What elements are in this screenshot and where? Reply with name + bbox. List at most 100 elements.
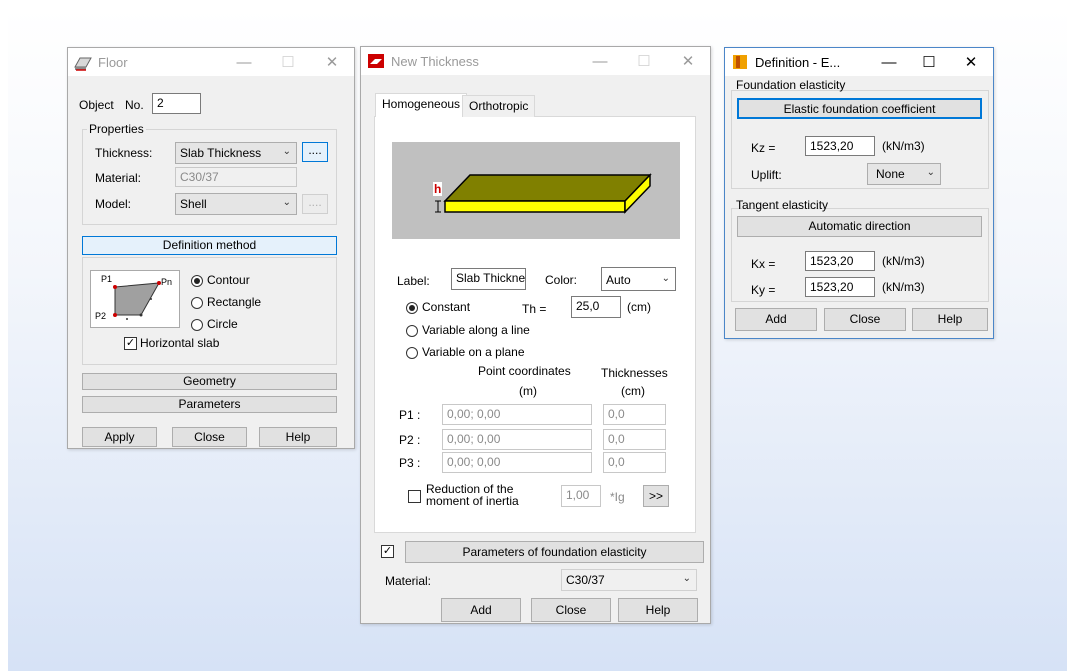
floor-help-button[interactable]: Help xyxy=(259,427,337,447)
foundation-elasticity-title: Foundation elasticity xyxy=(736,78,846,92)
minimize-button[interactable]: — xyxy=(578,47,622,75)
no-label: No. xyxy=(125,98,144,112)
contour-preview: P1 Pn P2 xyxy=(90,270,180,328)
thickness-edit-button[interactable]: .... xyxy=(302,142,328,162)
th-label: Th = xyxy=(522,302,547,316)
rectangle-label: Rectangle xyxy=(207,295,262,309)
pn-point-label: Pn xyxy=(161,277,173,287)
thickness-add-button[interactable]: Add xyxy=(441,598,521,622)
thickness-select[interactable]: Slab Thickness ⌄ xyxy=(175,142,297,164)
close-window-button[interactable]: ✕ xyxy=(949,48,993,76)
thickness-title: New Thickness xyxy=(391,53,479,69)
properties-title: Properties xyxy=(87,122,146,136)
reduction-label-line2: moment of inertia xyxy=(426,494,519,508)
definition-titlebar[interactable]: Definition - E... — ☐ ✕ xyxy=(725,48,993,76)
object-number-input[interactable]: 2 xyxy=(152,93,201,114)
kx-input[interactable]: 1523,20 xyxy=(805,251,875,271)
thickness-label-input[interactable]: Slab Thickne xyxy=(451,268,526,290)
kz-unit: (kN/m3) xyxy=(882,139,925,153)
definition-title: Definition - E... xyxy=(755,54,841,70)
thickness-select-value: Slab Thickness xyxy=(180,146,262,160)
p1-coords-input: 0,00; 0,00 xyxy=(442,404,592,425)
color-select[interactable]: Auto ⌄ xyxy=(601,267,676,291)
thickness-app-icon xyxy=(367,52,385,70)
p2-point-label: P2 xyxy=(95,311,107,321)
circle-label: Circle xyxy=(207,317,238,331)
tab-orthotropic[interactable]: Orthotropic xyxy=(462,95,536,117)
kx-label: Kx = xyxy=(751,257,776,271)
variable-line-label: Variable along a line xyxy=(422,323,530,337)
material-label: Material: xyxy=(95,171,142,185)
constant-label: Constant xyxy=(422,300,471,314)
maximize-button: ☐ xyxy=(637,53,651,70)
definition-close-button[interactable]: Close xyxy=(824,308,906,331)
geometry-button[interactable]: Geometry xyxy=(82,373,337,390)
elastic-coefficient-button[interactable]: Elastic foundation coefficient xyxy=(737,98,982,119)
reduction-input: 1,00 xyxy=(561,485,601,507)
close-window-button[interactable]: ✕ xyxy=(310,48,354,76)
foundation-params-checkbox[interactable]: ✓ xyxy=(381,545,394,558)
label-label: Label: xyxy=(397,274,430,288)
kz-input[interactable]: 1523,20 xyxy=(805,136,875,156)
minimize-button[interactable]: — xyxy=(222,48,266,76)
uplift-select[interactable]: None ⌄ xyxy=(867,163,941,185)
p1-row-label: P1 : xyxy=(399,408,421,422)
model-select[interactable]: Shell ⌄ xyxy=(175,193,297,215)
thickness-titlebar[interactable]: New Thickness — ☐ ✕ xyxy=(361,47,710,75)
chevron-down-icon: ⌄ xyxy=(926,167,935,178)
model-label: Model: xyxy=(95,197,132,211)
floor-titlebar[interactable]: Floor — ☐ ✕ xyxy=(68,48,354,76)
minimize-button[interactable]: — xyxy=(869,48,909,76)
circle-radio[interactable] xyxy=(191,319,203,331)
rectangle-radio[interactable] xyxy=(191,297,203,309)
contour-radio[interactable] xyxy=(191,275,203,287)
variable-line-radio[interactable] xyxy=(406,325,418,337)
horizontal-slab-checkbox[interactable]: ✓ xyxy=(124,337,137,350)
thickness-label: Thickness: xyxy=(95,146,153,160)
definition-help-button[interactable]: Help xyxy=(912,308,988,331)
th-input[interactable]: 25,0 xyxy=(571,296,621,318)
contour-label: Contour xyxy=(207,273,250,287)
constant-radio[interactable] xyxy=(406,302,418,314)
model-edit-button: .... xyxy=(302,194,328,214)
ky-input[interactable]: 1523,20 xyxy=(805,277,875,297)
more-button[interactable]: >> xyxy=(643,485,669,507)
tab-homogeneous[interactable]: Homogeneous xyxy=(375,93,468,117)
point-coords-header: Point coordinates xyxy=(478,364,571,378)
thickness-material-select[interactable]: C30/37 ⌄ xyxy=(561,569,697,591)
ky-label: Ky = xyxy=(751,283,776,297)
apply-button[interactable]: Apply xyxy=(82,427,157,447)
automatic-direction-button[interactable]: Automatic direction xyxy=(737,216,982,237)
p1-thickness-input: 0,0 xyxy=(603,404,666,425)
material-field: C30/37 xyxy=(175,167,297,187)
object-label: Object xyxy=(79,98,114,112)
thickness-help-button[interactable]: Help xyxy=(618,598,698,622)
floor-title: Floor xyxy=(98,54,128,70)
uplift-select-value: None xyxy=(876,167,905,181)
floor-dialog: Floor — ☐ ✕ Object No. 2 Properties Thic… xyxy=(67,47,355,449)
point-coords-unit: (m) xyxy=(519,384,537,398)
uplift-label: Uplift: xyxy=(751,168,782,182)
chevron-down-icon: ⌄ xyxy=(661,273,670,284)
variable-plane-radio[interactable] xyxy=(406,347,418,359)
close-window-button[interactable]: ✕ xyxy=(666,47,710,75)
reduction-checkbox[interactable] xyxy=(408,490,421,503)
thicknesses-header: Thicknesses xyxy=(601,366,668,380)
p2-thickness-input: 0,0 xyxy=(603,429,666,450)
floor-close-button[interactable]: Close xyxy=(172,427,247,447)
p2-coords-input: 0,00; 0,00 xyxy=(442,429,592,450)
definition-method-button[interactable]: Definition method xyxy=(82,236,337,255)
reduction-unit: *Ig xyxy=(610,490,625,504)
parameters-button[interactable]: Parameters xyxy=(82,396,337,413)
new-thickness-dialog: New Thickness — ☐ ✕ Homogeneous Orthotro… xyxy=(360,46,711,624)
definition-add-button[interactable]: Add xyxy=(735,308,817,331)
p1-point-label: P1 xyxy=(101,274,113,284)
p3-row-label: P3 : xyxy=(399,456,421,470)
definition-dialog: Definition - E... — ☐ ✕ Foundation elast… xyxy=(724,47,994,339)
kz-label: Kz = xyxy=(751,141,776,155)
desktop: Floor — ☐ ✕ Object No. 2 Properties Thic… xyxy=(8,8,1067,671)
foundation-params-button[interactable]: Parameters of foundation elasticity xyxy=(405,541,704,563)
thickness-close-button[interactable]: Close xyxy=(531,598,611,622)
h-marker-label: h xyxy=(433,182,443,196)
definition-app-icon xyxy=(731,53,749,71)
